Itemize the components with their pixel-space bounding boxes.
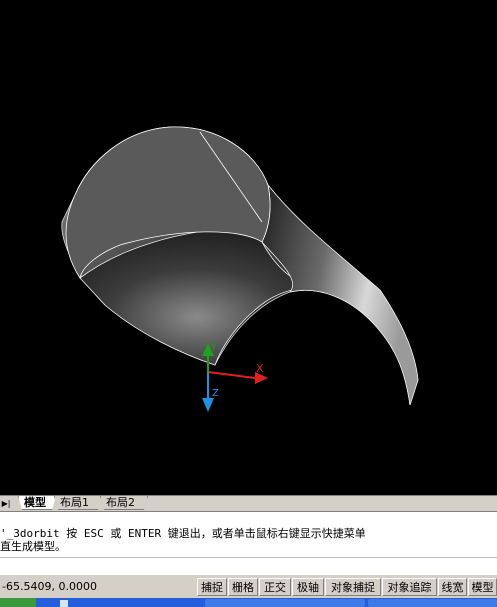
tab-scroll-arrows-icon[interactable]: ▶| (0, 497, 12, 510)
lineweight-toggle[interactable]: 线宽 (438, 578, 467, 596)
layout-tab-bar: ▶| 模型 布局1 布局2 (0, 495, 497, 511)
command-input[interactable] (0, 557, 497, 574)
tab-model[interactable]: 模型 (18, 496, 56, 510)
coordinate-readout: -65.5409, 0.0000 (2, 580, 97, 593)
snap-toggle[interactable]: 捕捉 (197, 578, 227, 596)
command-history-line: '_3dorbit 按 ESC 或 ENTER 键退出，或者单击鼠标右键显示快捷… (0, 527, 366, 540)
model-space-toggle[interactable]: 模型 (468, 578, 497, 596)
x-axis-label: X (256, 362, 264, 375)
z-axis-label: Z (212, 388, 219, 399)
osnap-toggle[interactable]: 对象捕捉 (325, 578, 381, 596)
command-history-line: 直生成模型。 (0, 540, 66, 553)
tab-layout2[interactable]: 布局2 (100, 496, 148, 510)
ortho-toggle[interactable]: 正交 (259, 578, 291, 596)
status-bar: -65.5409, 0.0000 捕捉 栅格 正交 极轴 对象捕捉 对象追踪 线… (0, 574, 497, 598)
ucs-axes-icon: X Y Z (202, 343, 268, 412)
taskbar-app-item[interactable] (368, 599, 497, 607)
windows-taskbar (0, 598, 497, 607)
y-axis-label: Y (210, 343, 217, 353)
tab-layout1[interactable]: 布局1 (54, 496, 102, 510)
3d-surface-model: X Y Z (61, 126, 419, 412)
otrack-toggle[interactable]: 对象追踪 (382, 578, 437, 596)
surface-right-wing (261, 184, 419, 406)
command-window: '_3dorbit 按 ESC 或 ENTER 键退出，或者单击鼠标右键显示快捷… (0, 511, 497, 574)
grid-toggle[interactable]: 栅格 (228, 578, 258, 596)
quick-launch-icon[interactable] (60, 600, 68, 607)
start-button[interactable] (0, 598, 36, 607)
drawing-viewport[interactable]: X Y Z (0, 0, 497, 495)
taskbar-app-item[interactable] (205, 599, 365, 607)
polar-toggle[interactable]: 极轴 (292, 578, 324, 596)
